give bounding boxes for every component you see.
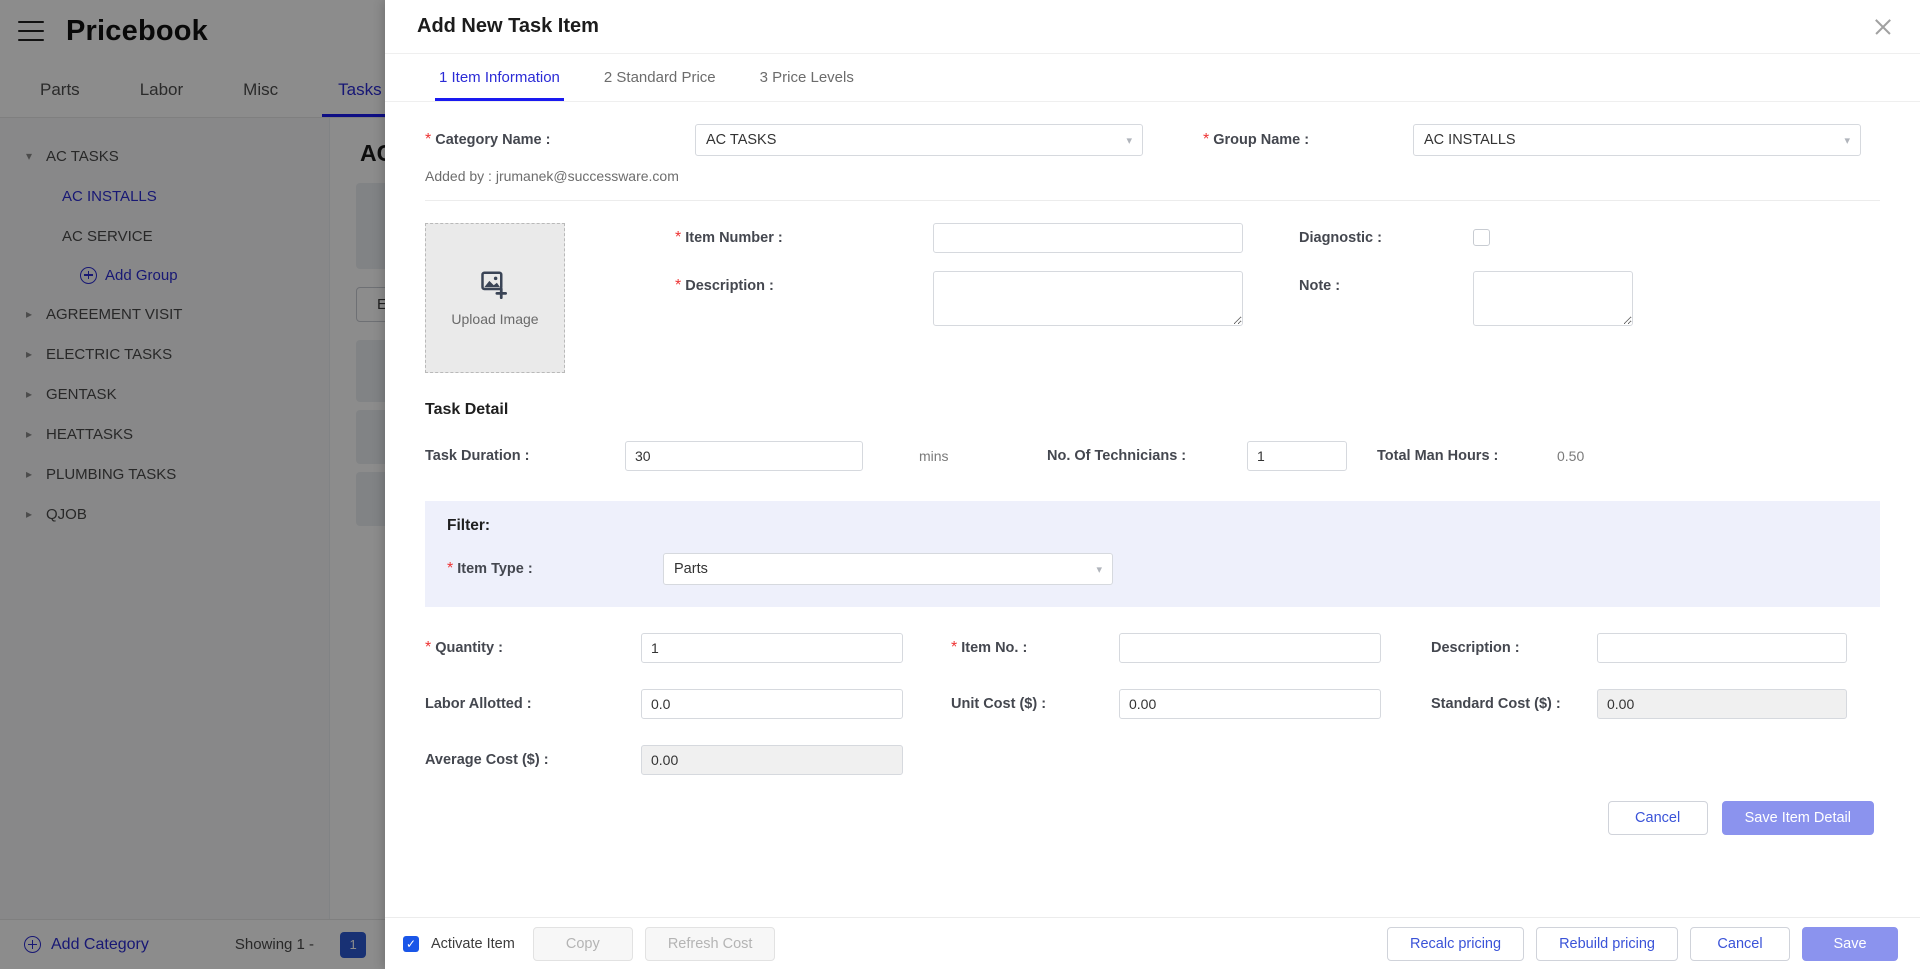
dialog-tabs: 1 Item Information 2 Standard Price 3 Pr…	[385, 54, 1920, 102]
save-item-detail-button[interactable]: Save Item Detail	[1721, 801, 1874, 835]
description-row: * Description : Note :	[675, 271, 1880, 326]
unit-cost-input[interactable]	[1119, 689, 1381, 719]
description-label: * Description :	[675, 277, 774, 294]
note-label: Note :	[1299, 278, 1341, 294]
chevron-down-icon: ▾	[1126, 134, 1132, 147]
group-name-label: * Group Name :	[1203, 131, 1310, 148]
diagnostic-label: Diagnostic :	[1299, 230, 1382, 246]
close-icon[interactable]	[1870, 14, 1896, 40]
technicians-input[interactable]	[1247, 441, 1347, 471]
required-marker: *	[951, 639, 958, 656]
upload-image-label: Upload Image	[451, 311, 539, 327]
required-marker: *	[447, 560, 454, 577]
task-duration-label: Task Duration :	[425, 448, 530, 464]
activate-item-label: Activate Item	[431, 935, 515, 952]
mins-unit-label: mins	[919, 448, 949, 464]
recalc-pricing-button[interactable]: Recalc pricing	[1387, 926, 1525, 961]
quantity-row: *Quantity : *Item No. : Description :	[385, 607, 1920, 663]
task-detail-row: Task Duration : mins No. Of Technicians …	[385, 419, 1920, 471]
added-by-text: Added by : jrumanek@successware.com	[425, 168, 679, 184]
category-name-value: AC TASKS	[706, 132, 777, 148]
dialog-footer: Activate Item Copy Refresh Cost Recalc p…	[385, 917, 1920, 969]
standard-cost-label: Standard Cost ($) :	[1431, 696, 1561, 712]
standard-cost-input	[1597, 689, 1847, 719]
item-type-label: * Item Type :	[447, 560, 533, 577]
required-marker: *	[425, 639, 432, 656]
chevron-down-icon: ▾	[1096, 563, 1102, 576]
labor-allotted-input[interactable]	[641, 689, 903, 719]
item-number-row: * Item Number : Diagnostic :	[675, 223, 1880, 253]
chevron-down-icon: ▾	[1844, 134, 1850, 147]
item-number-input[interactable]	[933, 223, 1243, 253]
description2-input[interactable]	[1597, 633, 1847, 663]
item-number-label: * Item Number :	[675, 229, 783, 246]
dialog-scroll-area[interactable]: * Category Name : AC TASKS ▾ * Group Name …	[385, 102, 1920, 917]
item-no-label: * Item No. :	[951, 639, 1028, 656]
labor-allotted-label: Labor Allotted :	[425, 696, 532, 712]
cost-row: Labor Allotted : Unit Cost ($) : Standar…	[385, 663, 1920, 719]
required-marker: *	[675, 229, 682, 246]
rebuild-pricing-button[interactable]: Rebuild pricing	[1536, 926, 1678, 961]
tab-price-levels[interactable]: 3 Price Levels	[738, 54, 876, 101]
dialog-header: Add New Task Item	[385, 0, 1920, 54]
item-fields: * Item Number : Diagnostic : * Description…	[565, 223, 1880, 373]
note-input[interactable]	[1473, 271, 1633, 326]
filter-title: Filter:	[447, 517, 491, 534]
item-type-value: Parts	[674, 561, 708, 577]
add-new-task-item-dialog: Add New Task Item 1 Item Information 2 S…	[385, 0, 1920, 969]
required-marker: *	[1203, 131, 1210, 148]
required-marker: *	[425, 131, 432, 148]
description2-label: Description :	[1431, 640, 1520, 656]
technicians-label: No. Of Technicians :	[1047, 448, 1187, 464]
cancel-button[interactable]: Cancel	[1690, 926, 1790, 961]
total-man-hours-value: 0.50	[1557, 448, 1585, 464]
image-upload-icon	[481, 271, 507, 299]
total-man-hours-label: Total Man Hours :	[1377, 448, 1499, 464]
refresh-cost-button[interactable]: Refresh Cost	[644, 926, 776, 961]
quantity-input[interactable]	[641, 633, 903, 663]
quantity-label: * Quantity :	[425, 639, 503, 656]
description-input[interactable]	[933, 271, 1243, 326]
category-name-label: * Category Name :	[425, 131, 551, 148]
dialog-title: Add New Task Item	[417, 15, 599, 37]
upload-image-dropzone[interactable]: Upload Image	[425, 223, 565, 373]
item-info-block: Upload Image * Item Number : Diagnostic :…	[385, 201, 1920, 373]
save-button[interactable]: Save	[1802, 926, 1898, 961]
inline-cancel-button[interactable]: Cancel	[1607, 801, 1708, 835]
tab-standard-price[interactable]: 2 Standard Price	[582, 54, 738, 101]
diagnostic-checkbox[interactable]	[1473, 229, 1490, 246]
unit-cost-label: Unit Cost ($) :	[951, 696, 1047, 712]
item-type-select[interactable]: Parts ▾	[663, 553, 1113, 585]
tab-item-information[interactable]: 1 Item Information	[417, 54, 582, 101]
item-no-input[interactable]	[1119, 633, 1381, 663]
average-cost-label: Average Cost ($) :	[425, 752, 549, 768]
average-cost-input	[641, 745, 903, 775]
category-group-row: * Category Name : AC TASKS ▾ * Group Name …	[385, 102, 1920, 156]
category-name-select[interactable]: AC TASKS ▾	[695, 124, 1143, 156]
average-cost-row: Average Cost ($) :	[385, 719, 1920, 775]
filter-section: Filter: * Item Type : Parts ▾	[425, 501, 1880, 607]
task-duration-input[interactable]	[625, 441, 863, 471]
group-name-select[interactable]: AC INSTALLS ▾	[1413, 124, 1861, 156]
required-marker: *	[675, 277, 682, 294]
task-detail-title: Task Detail	[425, 401, 509, 418]
item-detail-actions: Cancel Save Item Detail	[385, 775, 1920, 835]
group-name-value: AC INSTALLS	[1424, 132, 1516, 148]
activate-item-checkbox[interactable]	[403, 935, 419, 952]
copy-button[interactable]: Copy	[532, 926, 633, 961]
